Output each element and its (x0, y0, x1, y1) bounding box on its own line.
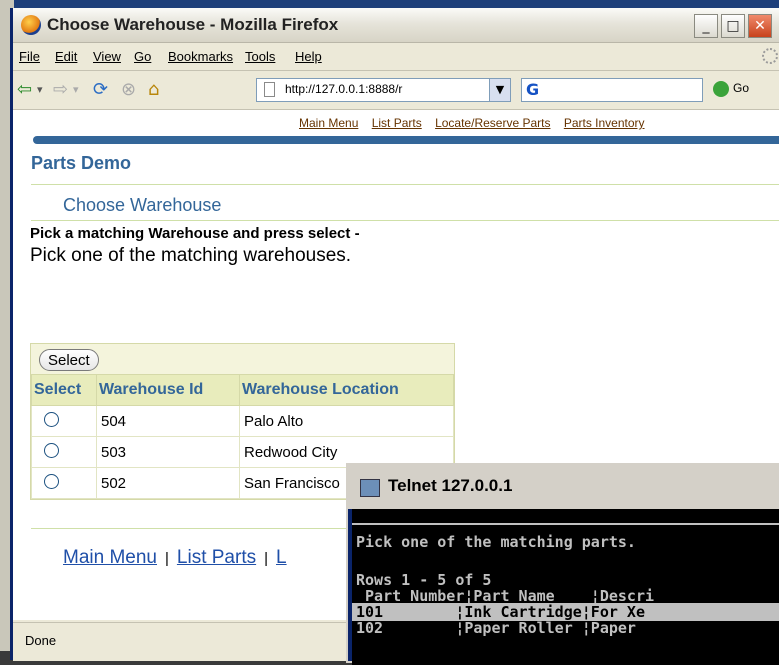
menu-bar: File Edit View Go Bookmarks Tools Help (13, 44, 779, 71)
terminal-line: Pick one of the matching parts. (356, 533, 636, 551)
warehouse-id-cell: 502 (96, 467, 240, 499)
menu-file[interactable]: File (19, 49, 40, 64)
url-text[interactable]: http://127.0.0.1:8888/r (285, 82, 481, 96)
title-bar[interactable]: Choose Warehouse - Mozilla Firefox _ □ ✕ (13, 8, 779, 43)
menu-go[interactable]: Go (134, 49, 151, 64)
brand-title: Parts Demo (31, 153, 132, 173)
terminal-border (352, 511, 779, 525)
table-row: 504 Palo Alto (31, 405, 454, 437)
warehouse-id-cell: 504 (96, 405, 240, 437)
link-separator: | (264, 550, 269, 567)
select-cell (31, 405, 97, 437)
minimize-button[interactable]: _ (694, 14, 718, 38)
global-link-parts-inventory[interactable]: Parts Inventory (564, 116, 645, 130)
telnet-title-bar[interactable]: Telnet 127.0.0.1 (348, 465, 779, 509)
home-icon[interactable]: ⌂ (148, 79, 159, 101)
global-link-list-parts[interactable]: List Parts (372, 116, 422, 130)
menu-bookmarks[interactable]: Bookmarks (168, 49, 233, 64)
column-header-warehouse-location: Warehouse Location (239, 374, 454, 406)
footer-links: Main Menu | List Parts | L (63, 547, 287, 569)
throbber-icon (762, 48, 778, 64)
table-action-row: Select (31, 344, 454, 374)
navigation-toolbar: ⇦ ▾ ⇨ ▾ ⟳ ⊗ ⌂ http://127.0.0.1:8888/r ▼ … (13, 71, 779, 110)
select-cell (31, 436, 97, 468)
link-separator: | (165, 550, 169, 567)
search-engine-icon[interactable]: G (526, 80, 539, 99)
terminal-row[interactable]: 102 ¦Paper Roller ¦Paper (356, 619, 645, 637)
forward-icon[interactable]: ⇨ (53, 79, 68, 101)
footer-link-locate[interactable]: L (276, 547, 287, 568)
menu-tools[interactable]: Tools (245, 49, 275, 64)
instruction-heading: Pick a matching Warehouse and press sele… (30, 225, 360, 242)
warehouse-id-cell: 503 (96, 436, 240, 468)
radio-button[interactable] (44, 473, 59, 489)
menu-view[interactable]: View (93, 49, 121, 64)
page-icon (264, 82, 275, 97)
global-link-main-menu[interactable]: Main Menu (299, 116, 358, 130)
go-button-label[interactable]: Go (733, 81, 749, 95)
window-title: Choose Warehouse - Mozilla Firefox (47, 15, 339, 34)
page-title: Choose Warehouse (63, 195, 222, 215)
divider (31, 184, 779, 185)
select-cell (31, 467, 97, 499)
firefox-logo-icon (21, 15, 41, 35)
footer-link-list-parts[interactable]: List Parts (177, 547, 256, 568)
terminal-screen[interactable]: Pick one of the matching parts. Rows 1 -… (352, 509, 779, 665)
global-link-locate-reserve[interactable]: Locate/Reserve Parts (435, 116, 550, 130)
instruction-text: Pick one of the matching warehouses. (30, 245, 352, 266)
telnet-terminal-icon (360, 479, 380, 497)
reload-icon[interactable]: ⟳ (93, 79, 108, 101)
global-links: Main Menu List Parts Locate/Reserve Part… (299, 116, 655, 130)
menu-edit[interactable]: Edit (55, 49, 77, 64)
stop-icon[interactable]: ⊗ (121, 79, 136, 101)
menu-help[interactable]: Help (295, 49, 322, 64)
footer-link-main-menu[interactable]: Main Menu (63, 547, 157, 568)
back-dropdown-icon[interactable]: ▾ (37, 79, 43, 101)
radio-button[interactable] (44, 442, 59, 458)
close-button[interactable]: ✕ (748, 14, 772, 38)
brand-bar (33, 136, 779, 144)
maximize-button[interactable]: □ (721, 14, 745, 38)
divider (31, 220, 779, 221)
go-icon[interactable] (713, 81, 729, 97)
url-dropdown-icon[interactable]: ▼ (489, 79, 510, 101)
radio-button[interactable] (44, 411, 59, 427)
search-box[interactable]: G (521, 78, 703, 102)
telnet-title: Telnet 127.0.0.1 (388, 476, 513, 495)
back-icon[interactable]: ⇦ (17, 79, 32, 101)
column-header-select: Select (31, 374, 97, 406)
url-bar[interactable]: http://127.0.0.1:8888/r ▼ (256, 78, 511, 102)
column-header-warehouse-id: Warehouse Id (96, 374, 240, 406)
warehouse-location-cell: Palo Alto (239, 405, 454, 437)
telnet-window[interactable]: Telnet 127.0.0.1 Pick one of the matchin… (346, 463, 779, 665)
status-text: Done (25, 633, 57, 648)
forward-dropdown-icon[interactable]: ▾ (73, 79, 79, 101)
select-button[interactable]: Select (39, 349, 99, 371)
